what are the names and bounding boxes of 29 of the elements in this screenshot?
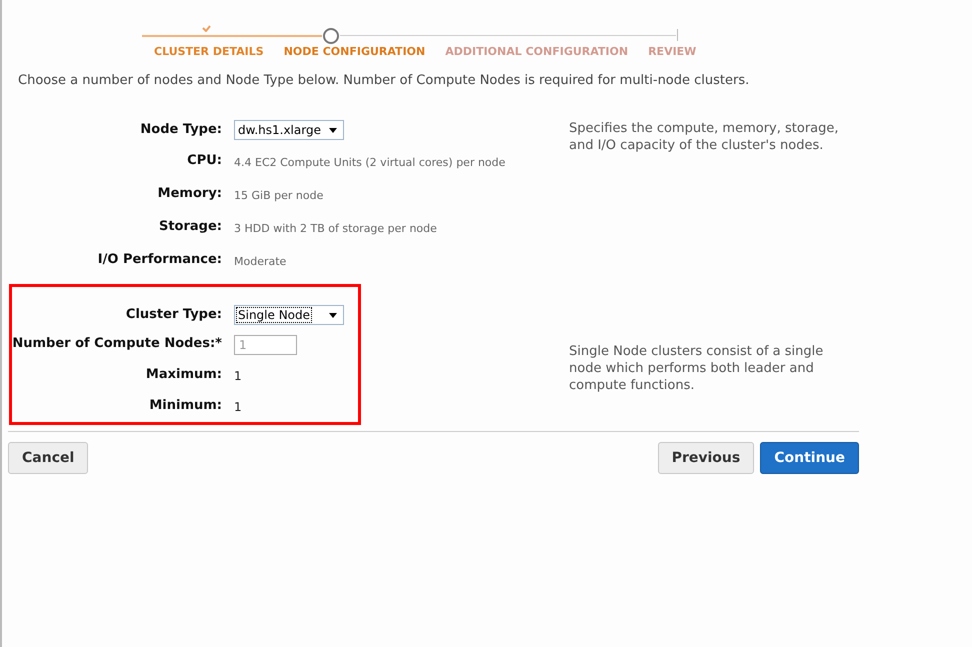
primary-button[interactable]: Continue xyxy=(760,442,859,474)
help-text: Specifies the compute, memory, storage, and I/O capacity of the cluster's nodes. xyxy=(569,120,840,155)
wizard-step: ADDITIONAL CONFIGURATION xyxy=(445,44,628,60)
wizard-step: REVIEW xyxy=(648,44,696,60)
secondary-button[interactable]: Cancel xyxy=(8,442,88,474)
field-label: Node Type: xyxy=(139,121,222,140)
intro-text: Choose a number of nodes and Node Type below. Number of Compute Nodes is required for multi-node clusters. xyxy=(18,72,750,90)
field-label: I/O Performance: xyxy=(96,251,222,270)
wizard-step: CLUSTER DETAILS xyxy=(154,44,264,60)
field-label: Minimum: xyxy=(148,397,222,416)
field-value: 15 GiB per node xyxy=(234,189,324,202)
caret-icon xyxy=(329,312,337,318)
help-text: Single Node clusters consist of a single node which performs both leader and compute functions. xyxy=(569,343,824,395)
wizard-step: NODE CONFIGURATION xyxy=(284,44,426,60)
field-value: Moderate xyxy=(234,255,286,268)
field-label: CPU: xyxy=(186,152,222,170)
field-label: Memory: xyxy=(156,185,222,204)
secondary-button[interactable]: Previous xyxy=(658,442,754,474)
field-value: 1 xyxy=(234,369,242,383)
field-label: Number of Compute Nodes:* xyxy=(11,335,222,354)
field-label: Cluster Type: xyxy=(124,306,222,324)
field-value: 4.4 EC2 Compute Units (2 virtual cores) per node xyxy=(234,156,506,169)
field-value: 1 xyxy=(234,400,242,414)
caret-icon xyxy=(329,128,337,132)
field-value: 3 HDD with 2 TB of storage per node xyxy=(234,222,437,235)
field-label: Maximum: xyxy=(144,366,222,384)
field-label: Storage: xyxy=(158,218,222,236)
dropdown[interactable]: Single Node xyxy=(234,305,344,325)
dropdown[interactable]: dw.hs1.xlarge xyxy=(234,120,344,140)
